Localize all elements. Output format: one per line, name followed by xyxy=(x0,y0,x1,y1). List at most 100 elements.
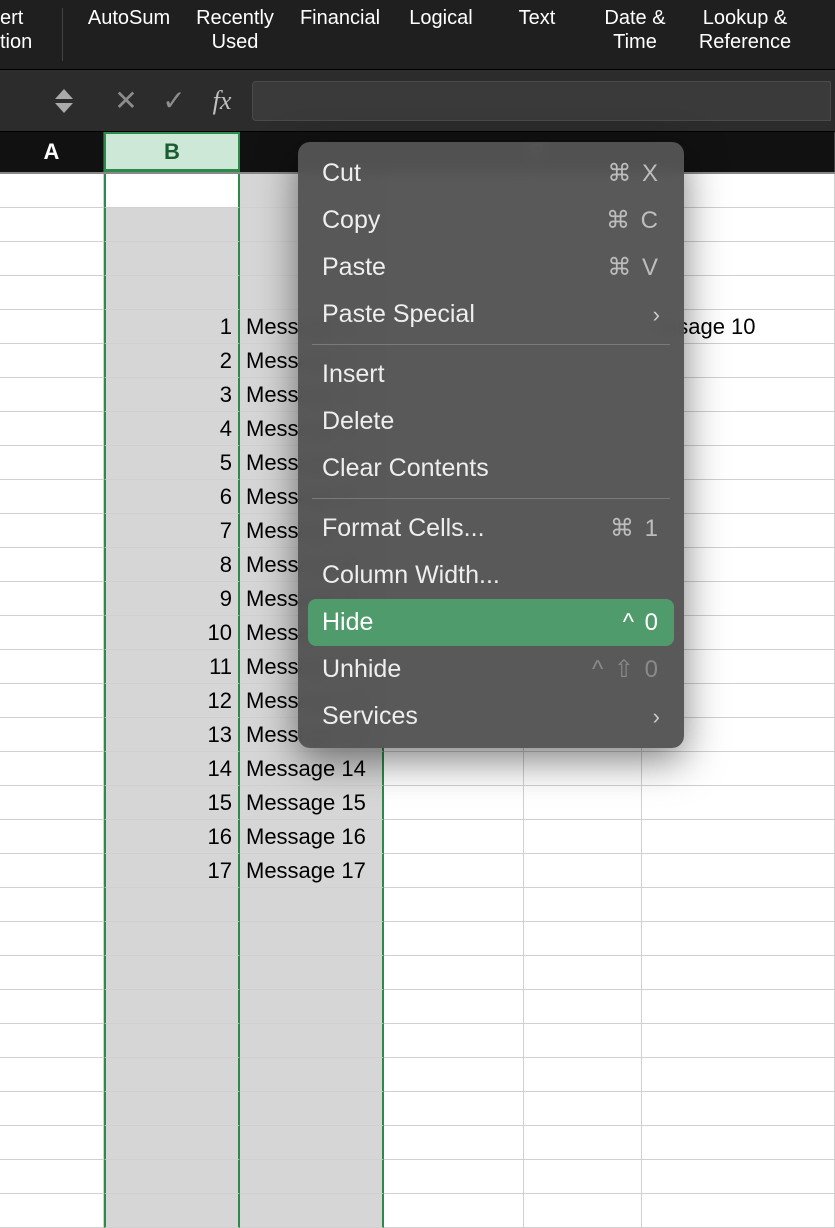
cell[interactable] xyxy=(0,922,104,956)
ribbon-item-logical[interactable]: Logical xyxy=(393,0,489,69)
cell[interactable]: 15 xyxy=(104,786,240,820)
cell[interactable]: 1 xyxy=(104,310,240,344)
cell[interactable] xyxy=(0,344,104,378)
cell[interactable] xyxy=(384,922,524,956)
confirm-icon[interactable]: ✓ xyxy=(150,84,198,117)
cell[interactable] xyxy=(240,1092,384,1126)
cell[interactable] xyxy=(524,854,642,888)
cell[interactable] xyxy=(642,990,835,1024)
cell[interactable]: Message 15 xyxy=(240,786,384,820)
cell[interactable] xyxy=(524,752,642,786)
menu-item-hide[interactable]: Hide^ 0 xyxy=(308,599,674,646)
cell[interactable] xyxy=(0,684,104,718)
cell[interactable]: Message 14 xyxy=(240,752,384,786)
cell[interactable] xyxy=(0,242,104,276)
cell[interactable] xyxy=(384,956,524,990)
formula-input[interactable] xyxy=(252,81,831,121)
cell[interactable] xyxy=(524,1160,642,1194)
cell[interactable] xyxy=(0,446,104,480)
cell[interactable] xyxy=(104,1024,240,1058)
col-header-b[interactable]: B xyxy=(104,132,240,172)
cell[interactable] xyxy=(642,786,835,820)
cell[interactable] xyxy=(384,1160,524,1194)
cell[interactable] xyxy=(0,412,104,446)
cell[interactable] xyxy=(104,174,240,208)
cell[interactable] xyxy=(0,888,104,922)
cell[interactable]: 2 xyxy=(104,344,240,378)
cell[interactable]: 11 xyxy=(104,650,240,684)
cell[interactable] xyxy=(524,888,642,922)
cell[interactable] xyxy=(0,276,104,310)
col-header-a[interactable]: A xyxy=(0,132,104,172)
cell[interactable] xyxy=(642,854,835,888)
cell[interactable] xyxy=(642,922,835,956)
ribbon-item-text[interactable]: Text xyxy=(489,0,585,69)
ribbon-item-autosum[interactable]: AutoSum xyxy=(75,0,183,69)
ribbon-item-recently-used[interactable]: Recently Used xyxy=(183,0,287,69)
cell[interactable] xyxy=(0,1092,104,1126)
cell[interactable] xyxy=(0,990,104,1024)
menu-item-clear-contents[interactable]: Clear Contents xyxy=(298,445,684,492)
cell[interactable] xyxy=(104,1194,240,1228)
cell[interactable] xyxy=(0,820,104,854)
cell[interactable] xyxy=(0,752,104,786)
cell[interactable] xyxy=(240,1194,384,1228)
menu-item-copy[interactable]: Copy⌘ C xyxy=(298,197,684,244)
cell[interactable]: 5 xyxy=(104,446,240,480)
cell[interactable]: 7 xyxy=(104,514,240,548)
cell[interactable] xyxy=(0,548,104,582)
menu-item-unhide[interactable]: Unhide^ ⇧ 0 xyxy=(298,646,684,693)
cell[interactable] xyxy=(104,922,240,956)
cell[interactable] xyxy=(384,1058,524,1092)
cell[interactable]: 13 xyxy=(104,718,240,752)
cell[interactable]: 8 xyxy=(104,548,240,582)
cell[interactable]: 10 xyxy=(104,616,240,650)
cell[interactable] xyxy=(0,310,104,344)
ribbon-item-date-time[interactable]: Date & Time xyxy=(585,0,685,69)
cell[interactable] xyxy=(0,650,104,684)
cell[interactable]: 9 xyxy=(104,582,240,616)
cell[interactable] xyxy=(104,276,240,310)
cell[interactable] xyxy=(524,990,642,1024)
cell[interactable] xyxy=(0,514,104,548)
cell[interactable] xyxy=(642,1160,835,1194)
menu-item-insert[interactable]: Insert xyxy=(298,351,684,398)
cell[interactable] xyxy=(642,1024,835,1058)
cell[interactable] xyxy=(104,1058,240,1092)
cell[interactable] xyxy=(0,956,104,990)
menu-item-format-cells[interactable]: Format Cells...⌘ 1 xyxy=(298,505,684,552)
menu-item-column-width[interactable]: Column Width... xyxy=(298,552,684,599)
menu-item-services[interactable]: Services› xyxy=(298,693,684,740)
cell[interactable] xyxy=(104,242,240,276)
cell[interactable] xyxy=(524,1194,642,1228)
cell[interactable]: Message 17 xyxy=(240,854,384,888)
cell[interactable]: Message 16 xyxy=(240,820,384,854)
cell[interactable] xyxy=(0,786,104,820)
menu-item-delete[interactable]: Delete xyxy=(298,398,684,445)
cell[interactable] xyxy=(0,208,104,242)
ribbon-item-financial[interactable]: Financial xyxy=(287,0,393,69)
cell[interactable] xyxy=(0,480,104,514)
cell[interactable] xyxy=(240,1058,384,1092)
cell[interactable]: 3 xyxy=(104,378,240,412)
cell[interactable] xyxy=(642,1126,835,1160)
cell[interactable] xyxy=(240,1024,384,1058)
cell[interactable] xyxy=(104,990,240,1024)
cell[interactable] xyxy=(0,854,104,888)
cell[interactable] xyxy=(524,922,642,956)
cell[interactable] xyxy=(384,854,524,888)
cell[interactable] xyxy=(0,1194,104,1228)
cell[interactable] xyxy=(642,752,835,786)
cell[interactable] xyxy=(240,1126,384,1160)
cell[interactable] xyxy=(104,956,240,990)
cell[interactable] xyxy=(524,956,642,990)
menu-item-paste[interactable]: Paste⌘ V xyxy=(298,244,684,291)
cancel-icon[interactable]: ✕ xyxy=(102,84,150,117)
cell[interactable] xyxy=(104,1092,240,1126)
cell[interactable] xyxy=(0,174,104,208)
cell[interactable] xyxy=(642,1194,835,1228)
cell[interactable] xyxy=(104,208,240,242)
cell[interactable]: 16 xyxy=(104,820,240,854)
cell[interactable] xyxy=(524,786,642,820)
ribbon-item-lookup-reference[interactable]: Lookup & Reference xyxy=(685,0,805,69)
